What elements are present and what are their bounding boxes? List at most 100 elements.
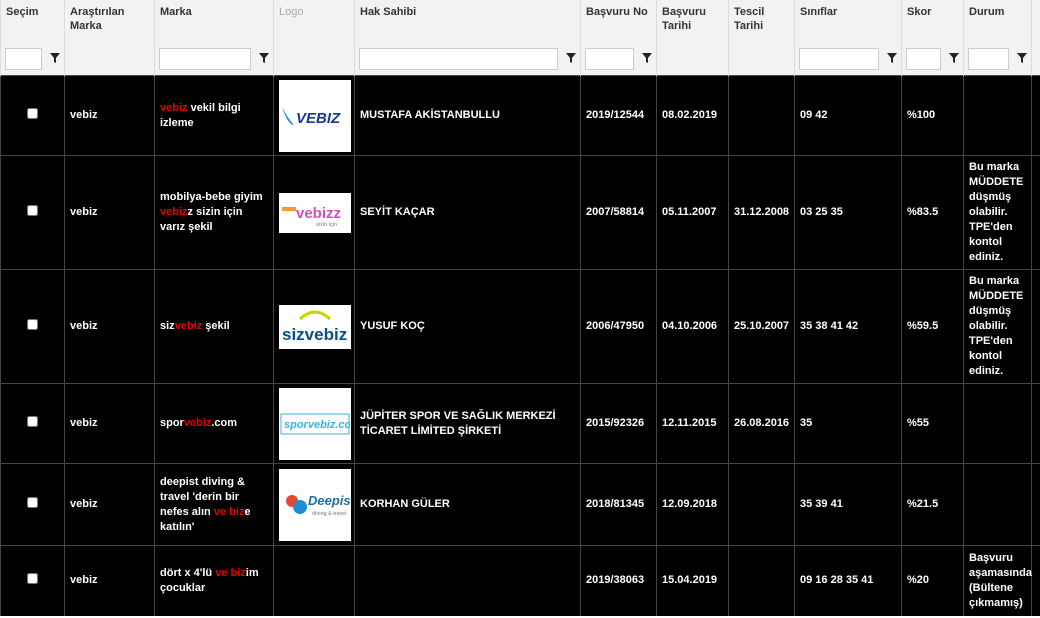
col-header-secim[interactable]: Seçim — [0, 0, 65, 43]
tescil-tarihi-cell: 26.08.2016 — [728, 383, 795, 464]
marka-highlight: vebiz — [174, 320, 203, 332]
marka-cell: mobilya-bebe giyim vebizz sizin için var… — [154, 155, 274, 270]
col-header-arastirilan-marka[interactable]: Araştırılan Marka — [64, 0, 155, 43]
filter-cell-siniflar — [794, 43, 902, 76]
arastirilan-marka-cell: vebiz — [64, 75, 155, 156]
durum-cell — [963, 463, 1032, 546]
col-header-tescil-tarihi[interactable]: Tescil Tarihi — [728, 0, 795, 43]
filter-input-basvuru-no[interactable] — [585, 48, 634, 70]
basvuru-no-cell: 2006/47950 — [580, 269, 657, 384]
marka-text: şekil — [202, 320, 230, 332]
trademark-logo-image: vebizz sizin için — [279, 192, 351, 233]
filter-input-siniflar[interactable] — [799, 48, 879, 70]
hak-sahibi-cell: YUSUF KOÇ — [354, 269, 581, 384]
row-checkbox[interactable] — [27, 204, 38, 216]
durum-cell: Bu marka MÜDDETE düşmüş olabilir. TPE'de… — [963, 155, 1032, 270]
tescil-tarihi-cell — [728, 545, 795, 616]
table-row[interactable]: vebiz vebiz vekil bilgi izleme VEBIZ MUS… — [0, 75, 1040, 156]
skor-cell: %20 — [901, 545, 964, 616]
filter-input-secim[interactable] — [5, 48, 42, 70]
marka-highlight: biz — [229, 505, 245, 518]
filter-icon[interactable] — [558, 52, 576, 66]
svg-text:sizvebiz: sizvebiz — [282, 325, 347, 344]
row-checkbox[interactable] — [27, 318, 38, 330]
basvuru-tarihi-cell: 12.11.2015 — [656, 383, 729, 464]
hak-sahibi-cell — [354, 545, 581, 616]
table-row[interactable]: vebiz deepist diving & travel 'derin bir… — [0, 463, 1040, 546]
table-row[interactable]: vebiz sporvebiz.com sporvebiz.com JÜPİTE… — [0, 383, 1040, 464]
durum-cell — [963, 383, 1032, 464]
filter-input-marka[interactable] — [159, 48, 251, 70]
row-checkbox[interactable] — [27, 572, 38, 584]
row-checkbox[interactable] — [27, 415, 38, 427]
skor-cell: %100 — [901, 75, 964, 156]
filter-row — [0, 43, 1040, 76]
logo-cell: vebizz sizin için — [273, 155, 355, 270]
hak-sahibi-cell: JÜPİTER SPOR VE SAĞLIK MERKEZİ TİCARET L… — [354, 383, 581, 464]
filter-input-skor[interactable] — [906, 48, 941, 70]
logo-cell: sporvebiz.com — [273, 383, 355, 464]
select-cell — [0, 155, 65, 270]
skor-cell: %55 — [901, 383, 964, 464]
table-row[interactable]: vebiz sizvebiz şekil sizvebiz YUSUF KOÇ … — [0, 269, 1040, 384]
marka-highlight: vebiz — [160, 101, 188, 114]
header-row: Seçim Araştırılan Marka Marka Logo Hak S… — [0, 0, 1040, 43]
col-header-durum[interactable]: Durum — [963, 0, 1032, 43]
filter-input-hak-sahibi[interactable] — [359, 48, 558, 70]
filter-icon[interactable] — [634, 52, 652, 66]
row-checkbox[interactable] — [27, 107, 38, 119]
svg-text:sporvebiz.com: sporvebiz.com — [284, 419, 350, 431]
marka-highlight: vebiz — [160, 206, 188, 218]
overflow-cell — [1031, 545, 1040, 616]
filter-cell-logo — [273, 43, 355, 76]
durum-cell — [963, 75, 1032, 156]
svg-text:Deepist: Deepist — [308, 493, 350, 508]
col-header-siniflar[interactable]: Sınıflar — [794, 0, 902, 43]
arastirilan-marka-cell: vebiz — [64, 545, 155, 616]
siniflar-cell: 09 16 28 35 41 — [794, 545, 902, 616]
trademark-logo-image: VEBIZ — [279, 79, 351, 152]
basvuru-no-cell: 2007/58814 — [580, 155, 657, 270]
filter-icon[interactable] — [879, 52, 897, 66]
select-cell — [0, 545, 65, 616]
filter-cell-overflow — [1031, 43, 1040, 76]
select-cell — [0, 463, 65, 546]
col-header-logo: Logo — [273, 0, 355, 43]
marka-text: .com — [211, 417, 238, 429]
siniflar-cell: 09 42 — [794, 75, 902, 156]
basvuru-tarihi-cell: 04.10.2006 — [656, 269, 729, 384]
basvuru-no-cell: 2019/38063 — [580, 545, 657, 616]
logo-cell: VEBIZ — [273, 75, 355, 156]
col-header-marka[interactable]: Marka — [154, 0, 274, 43]
marka-cell: deepist diving & travel 'derin bir nefes… — [154, 463, 274, 546]
marka-cell: sporvebiz.com — [154, 383, 274, 464]
col-header-skor[interactable]: Skor — [901, 0, 964, 43]
filter-cell-arastirilan — [64, 43, 155, 76]
durum-cell: Başvuru aşamasında (Bültene çıkmamış) — [963, 545, 1032, 616]
filter-cell-basvuru-tarihi — [656, 43, 729, 76]
filter-input-durum[interactable] — [968, 48, 1009, 70]
overflow-cell — [1031, 269, 1040, 384]
overflow-cell — [1031, 155, 1040, 270]
table-row[interactable]: vebiz dört x 4'lü ve bizim çocuklar 2019… — [0, 545, 1040, 616]
logo-cell: Deepist diving & travel — [273, 463, 355, 546]
filter-cell-basvuru-no — [580, 43, 657, 76]
trademark-results-table: Seçim Araştırılan Marka Marka Logo Hak S… — [0, 0, 1040, 616]
filter-icon[interactable] — [941, 52, 959, 66]
col-header-hak-sahibi[interactable]: Hak Sahibi — [354, 0, 581, 43]
col-header-basvuru-no[interactable]: Başvuru No — [580, 0, 657, 43]
filter-cell-tescil-tarihi — [728, 43, 795, 76]
filter-icon[interactable] — [251, 52, 269, 66]
row-checkbox[interactable] — [27, 496, 38, 508]
hak-sahibi-cell: MUSTAFA AKİSTANBULLU — [354, 75, 581, 156]
marka-highlight: ve — [215, 566, 228, 579]
tescil-tarihi-cell — [728, 75, 795, 156]
filter-icon[interactable] — [1009, 52, 1027, 66]
table-row[interactable]: vebiz mobilya-bebe giyim vebizz sizin iç… — [0, 155, 1040, 270]
hak-sahibi-cell: SEYİT KAÇAR — [354, 155, 581, 270]
filter-icon[interactable] — [42, 52, 60, 66]
marka-cell: dört x 4'lü ve bizim çocuklar — [154, 545, 274, 616]
basvuru-tarihi-cell: 12.09.2018 — [656, 463, 729, 546]
svg-text:diving & travel: diving & travel — [312, 511, 347, 517]
col-header-basvuru-tarihi[interactable]: Başvuru Tarihi — [656, 0, 729, 43]
